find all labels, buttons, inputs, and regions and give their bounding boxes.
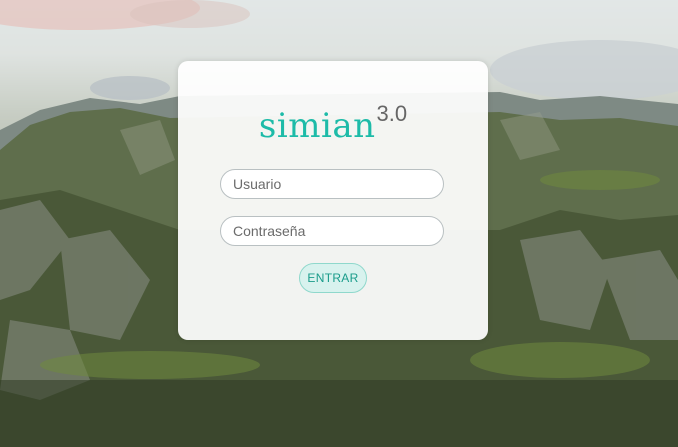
logo-name: simian xyxy=(258,106,376,146)
username-input[interactable] xyxy=(220,169,444,199)
app-logo: simian3.0 xyxy=(178,101,488,146)
password-input[interactable] xyxy=(220,216,444,246)
login-card: simian3.0 ENTRAR xyxy=(178,61,488,340)
submit-button[interactable]: ENTRAR xyxy=(299,263,367,293)
logo-version: 3.0 xyxy=(376,101,408,126)
